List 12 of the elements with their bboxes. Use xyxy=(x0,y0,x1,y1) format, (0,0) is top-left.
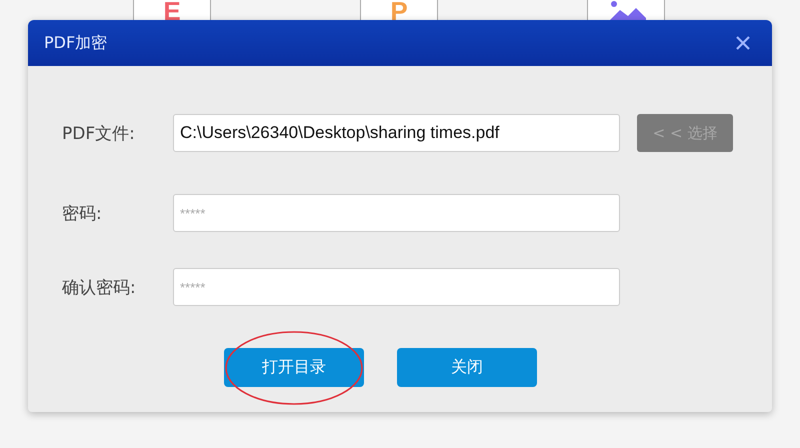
close-button[interactable]: 关闭 xyxy=(397,348,537,387)
input-field[interactable]: ***** xyxy=(173,268,620,306)
tile-letter: P xyxy=(390,0,408,24)
input-field[interactable]: C:\Users\26340\Desktop\sharing times.pdf xyxy=(173,114,620,152)
input-field[interactable]: ***** xyxy=(173,194,620,232)
tile-letter: E xyxy=(163,0,181,24)
field-label: 密码: xyxy=(62,202,103,224)
window-title: PDF加密 xyxy=(44,32,108,54)
field-label: 确认密码: xyxy=(62,276,137,298)
open-folder-button[interactable]: 打开目录 xyxy=(224,348,364,387)
field-label: PDF文件: xyxy=(62,122,136,144)
close-icon[interactable] xyxy=(736,36,750,50)
